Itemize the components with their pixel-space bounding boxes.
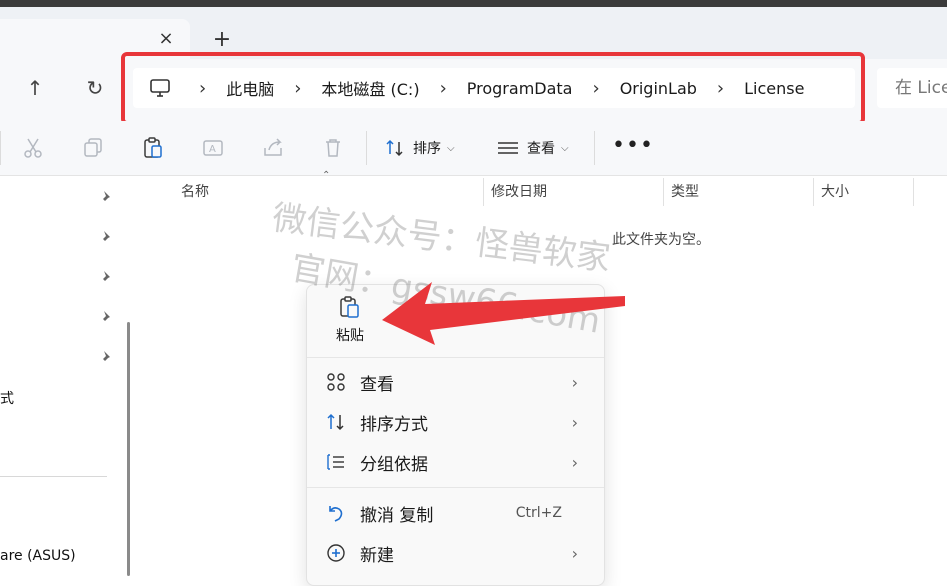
pin-icon[interactable] xyxy=(100,350,114,364)
pin-icon[interactable] xyxy=(100,230,114,244)
menu-item-label: 分组依据 xyxy=(360,454,428,475)
sidebar-item-partial[interactable]: 式 xyxy=(0,388,14,408)
paste-icon xyxy=(340,296,359,318)
toolbar-divider xyxy=(366,131,367,165)
new-tab-icon[interactable]: + xyxy=(211,29,233,51)
undo-icon xyxy=(329,506,343,522)
menu-divider xyxy=(307,357,604,358)
navigation-pane: 式 are (ASUS) xyxy=(0,176,120,576)
column-divider[interactable] xyxy=(813,178,814,206)
refresh-icon[interactable]: ↻ xyxy=(80,73,110,103)
pin-icon[interactable] xyxy=(100,270,114,284)
group-list-icon xyxy=(327,454,344,470)
watermark-line-1: 微信公众号：怪兽软家 xyxy=(270,197,613,280)
column-header-type[interactable]: 类型 xyxy=(671,176,699,208)
paste-button[interactable]: 粘贴 xyxy=(325,295,375,355)
sidebar-divider xyxy=(0,476,107,477)
column-header-modified[interactable]: 修改日期 xyxy=(491,176,547,208)
empty-folder-message: 此文件夹为空。 xyxy=(612,232,710,248)
paste-icon[interactable] xyxy=(141,136,165,160)
up-arrow-icon[interactable]: ↑ xyxy=(20,73,50,103)
toolbar-divider xyxy=(594,131,595,165)
sort-arrows-icon xyxy=(386,139,403,157)
svg-text:A: A xyxy=(209,144,216,155)
sort-arrows-icon xyxy=(327,413,344,431)
copy-icon[interactable] xyxy=(81,136,105,160)
sort-button[interactable]: 排序 ⌵ xyxy=(385,133,455,163)
column-divider[interactable] xyxy=(913,178,914,206)
chevron-right-icon: › xyxy=(571,452,578,472)
menu-item-undo-copy[interactable]: 撤消 复制 Ctrl+Z xyxy=(307,493,604,533)
pin-icon[interactable] xyxy=(100,310,114,324)
menu-item-group-by[interactable]: 分组依据 › xyxy=(307,442,604,482)
more-options-icon[interactable]: ••• xyxy=(612,133,654,158)
window-top-edge xyxy=(0,0,947,7)
column-header-name[interactable]: 名称 xyxy=(181,176,209,208)
view-label: 查看 xyxy=(527,141,555,157)
view-button[interactable]: 查看 ⌵ xyxy=(497,133,569,163)
menu-item-new[interactable]: 新建 › xyxy=(307,533,604,573)
toolbar-divider xyxy=(0,131,1,165)
chevron-right-icon: › xyxy=(571,372,578,392)
chevron-right-icon: › xyxy=(571,543,578,563)
close-tab-icon[interactable]: × xyxy=(156,29,176,49)
column-divider[interactable] xyxy=(663,178,664,206)
menu-item-label: 撤消 复制 xyxy=(360,505,434,526)
column-divider[interactable] xyxy=(483,178,484,206)
menu-item-view[interactable]: 查看 › xyxy=(307,362,604,402)
command-bar: A 排序 ⌵ 查看 ⌵ xyxy=(0,121,947,176)
menu-item-sort-by[interactable]: 排序方式 › xyxy=(307,402,604,442)
sidebar-scrollbar[interactable] xyxy=(127,322,130,576)
context-menu: 粘贴 查看 › 排序方式 › 分组依据 › 撤消 复制 Ctrl+Z 新建 › xyxy=(306,284,605,586)
delete-icon[interactable] xyxy=(321,136,345,160)
chevron-right-icon: › xyxy=(571,412,578,432)
pin-icon[interactable] xyxy=(100,190,114,204)
rename-icon[interactable]: A xyxy=(201,136,225,160)
share-icon[interactable] xyxy=(261,136,285,160)
sort-label: 排序 xyxy=(413,141,441,157)
menu-divider xyxy=(307,487,604,488)
view-lines-icon xyxy=(498,142,518,154)
sidebar-item-drive-asus[interactable]: are (ASUS) xyxy=(0,548,76,564)
grid-view-icon xyxy=(327,373,345,391)
column-header-size[interactable]: 大小 xyxy=(821,176,849,208)
cut-icon[interactable] xyxy=(21,136,45,160)
sort-caret-icon: ⌃ xyxy=(322,170,331,181)
menu-item-label: 新建 xyxy=(360,545,394,566)
menu-item-label: 排序方式 xyxy=(360,414,428,435)
paste-label: 粘贴 xyxy=(336,328,364,344)
search-input[interactable]: 在 License 中搜索 xyxy=(877,68,947,108)
shortcut-label: Ctrl+Z xyxy=(515,505,562,521)
add-circle-icon xyxy=(327,544,345,562)
chevron-down-icon: ⌵ xyxy=(447,142,455,154)
highlight-frame xyxy=(121,52,865,125)
menu-item-label: 查看 xyxy=(360,374,394,395)
chevron-down-icon: ⌵ xyxy=(561,142,569,154)
